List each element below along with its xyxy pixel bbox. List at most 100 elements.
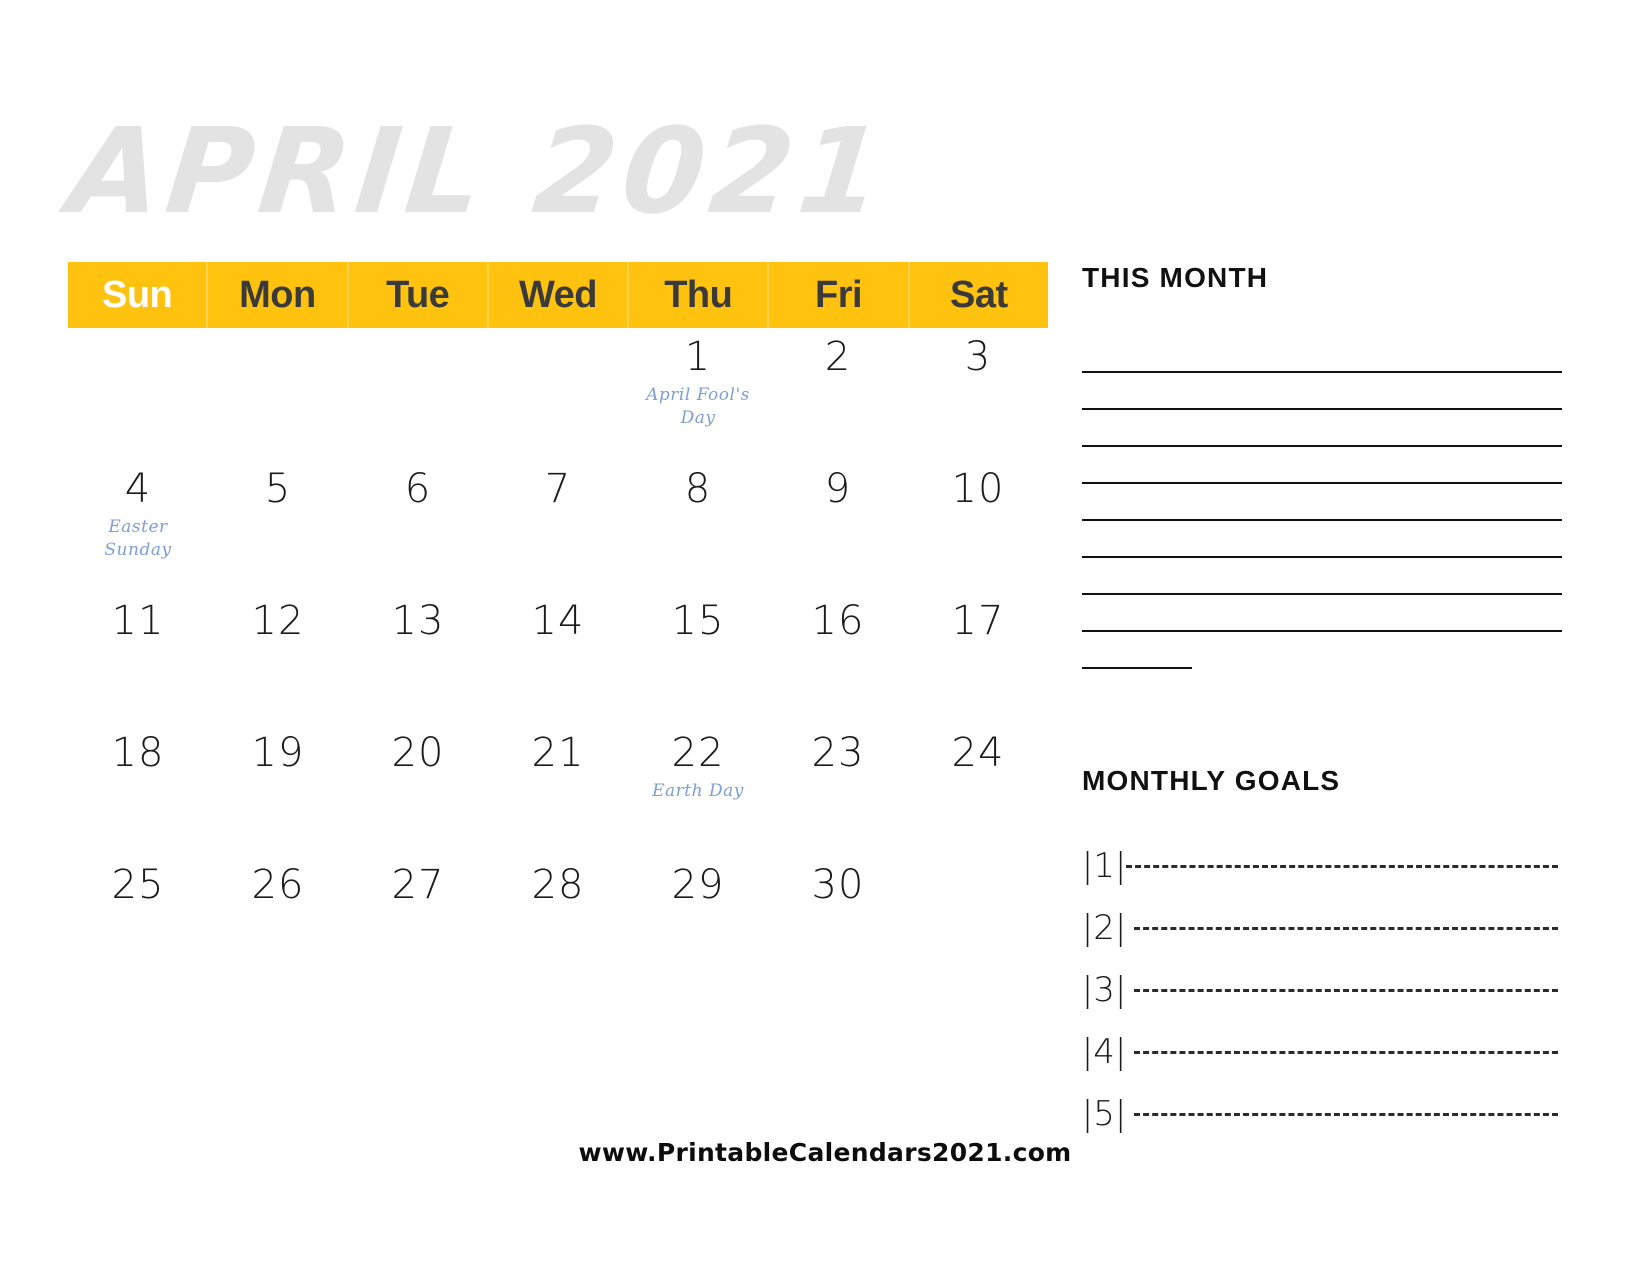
day-cell-8[interactable]: 8 <box>628 460 768 592</box>
weekday-header-mon: Mon <box>208 262 349 328</box>
day-cell-16[interactable]: 16 <box>768 592 908 724</box>
day-number: 25 <box>111 862 165 908</box>
day-number: 24 <box>951 730 1005 776</box>
day-holiday-note: Earth Day <box>652 781 744 801</box>
day-number: 26 <box>251 862 305 908</box>
day-cell-21[interactable]: 21 <box>488 724 628 856</box>
day-number: 17 <box>951 598 1005 644</box>
day-number: 9 <box>824 466 852 512</box>
day-cell-25[interactable]: 25 <box>68 856 208 988</box>
day-cell-19[interactable]: 19 <box>208 724 348 856</box>
weekday-header-sun: Sun <box>68 262 209 328</box>
week-row: 25 26 27 28 29 30 <box>68 856 1048 988</box>
day-number: 28 <box>531 862 585 908</box>
this-month-write-line[interactable] <box>1082 373 1562 410</box>
day-number: 21 <box>531 730 585 776</box>
day-cell-6[interactable]: 6 <box>348 460 488 592</box>
day-number: 3 <box>964 334 992 380</box>
weekday-header-tue: Tue <box>349 262 489 328</box>
this-month-write-line[interactable] <box>1082 484 1562 521</box>
day-holiday-note: Easter Sunday <box>104 517 172 560</box>
goal-write-line[interactable] <box>1134 1050 1558 1054</box>
weeks-container: 1 April Fool's Day 2 3 4 Easter Sunday 5 6 7 8 9 10… <box>68 328 1048 988</box>
calendar-grid: Sun Mon Tue Wed Thu Fri Sat 1 April Fool's Day 2… <box>68 262 1048 988</box>
day-cell-4[interactable]: 4 Easter Sunday <box>68 460 208 592</box>
goal-row-2[interactable]: |2| <box>1082 897 1562 959</box>
goal-write-line[interactable] <box>1126 864 1558 868</box>
day-cell-30[interactable]: 30 <box>768 856 908 988</box>
day-cell-14[interactable]: 14 <box>488 592 628 724</box>
week-row: 1 April Fool's Day 2 3 <box>68 328 1048 460</box>
day-number: 11 <box>111 598 165 644</box>
goal-row-3[interactable]: |3| <box>1082 959 1562 1021</box>
day-cell-23[interactable]: 23 <box>768 724 908 856</box>
day-number: 14 <box>531 598 585 644</box>
day-cell-empty <box>908 856 1048 988</box>
day-cell-15[interactable]: 15 <box>628 592 768 724</box>
this-month-heading: THIS MONTH <box>1082 262 1269 293</box>
day-number: 7 <box>544 466 572 512</box>
this-month-write-line[interactable] <box>1082 521 1562 558</box>
day-cell-empty <box>208 328 348 460</box>
day-cell-11[interactable]: 11 <box>68 592 208 724</box>
day-cell-20[interactable]: 20 <box>348 724 488 856</box>
day-cell-empty <box>68 328 208 460</box>
week-row: 18 19 20 21 22 Earth Day 23 24 <box>68 724 1048 856</box>
day-cell-24[interactable]: 24 <box>908 724 1048 856</box>
day-cell-18[interactable]: 18 <box>68 724 208 856</box>
day-cell-28[interactable]: 28 <box>488 856 628 988</box>
day-cell-22[interactable]: 22 Earth Day <box>628 724 768 856</box>
day-cell-9[interactable]: 9 <box>768 460 908 592</box>
day-cell-2[interactable]: 2 <box>768 328 908 460</box>
day-number: 12 <box>251 598 305 644</box>
weekday-header-row: Sun Mon Tue Wed Thu Fri Sat <box>68 262 1048 328</box>
this-month-write-line[interactable] <box>1082 558 1562 595</box>
day-cell-5[interactable]: 5 <box>208 460 348 592</box>
goal-number-5: |5| <box>1081 1094 1127 1134</box>
day-number: 30 <box>811 862 865 908</box>
goal-write-line[interactable] <box>1134 1112 1558 1116</box>
day-number: 8 <box>684 466 712 512</box>
goal-row-5[interactable]: |5| <box>1082 1083 1562 1145</box>
monthly-goals-heading: MONTHLY GOALS <box>1082 765 1341 796</box>
day-cell-1[interactable]: 1 April Fool's Day <box>628 328 768 460</box>
page-title: APRIL 2021 <box>62 102 895 240</box>
goal-row-4[interactable]: |4| <box>1082 1021 1562 1083</box>
day-cell-29[interactable]: 29 <box>628 856 768 988</box>
this-month-write-line-short[interactable] <box>1082 632 1192 669</box>
this-month-write-line[interactable] <box>1082 410 1562 447</box>
calendar-title-wrap: APRIL 2021 <box>63 96 1070 246</box>
day-number: 10 <box>951 466 1005 512</box>
day-cell-10[interactable]: 10 <box>908 460 1048 592</box>
day-cell-empty <box>488 328 628 460</box>
goal-write-line[interactable] <box>1134 926 1558 930</box>
this-month-write-line[interactable] <box>1082 447 1562 484</box>
day-number: 18 <box>111 730 165 776</box>
goal-row-1[interactable]: |1| <box>1082 835 1562 897</box>
side-panel: THIS MONTH MONTHLY GOALS |1| |2| |3| |4| |5| <box>1082 262 1562 1145</box>
day-cell-27[interactable]: 27 <box>348 856 488 988</box>
day-number: 15 <box>671 598 725 644</box>
monthly-goals-list: |1| |2| |3| |4| |5| <box>1082 835 1562 1145</box>
day-number: 6 <box>404 466 432 512</box>
goal-number-1: |1| <box>1081 846 1127 886</box>
day-number: 19 <box>251 730 305 776</box>
goal-number-4: |4| <box>1081 1032 1127 1072</box>
day-cell-13[interactable]: 13 <box>348 592 488 724</box>
this-month-write-line[interactable] <box>1082 336 1562 373</box>
day-cell-17[interactable]: 17 <box>908 592 1048 724</box>
day-cell-26[interactable]: 26 <box>208 856 348 988</box>
this-month-write-line[interactable] <box>1082 595 1562 632</box>
day-holiday-note: April Fool's Day <box>646 385 750 428</box>
monthly-goals-section: MONTHLY GOALS |1| |2| |3| |4| |5| <box>1082 765 1562 1145</box>
weekday-header-sat: Sat <box>950 273 1008 316</box>
day-number: 22 <box>671 730 725 776</box>
goal-write-line[interactable] <box>1134 988 1558 992</box>
week-row: 4 Easter Sunday 5 6 7 8 9 10 <box>68 460 1048 592</box>
day-cell-3[interactable]: 3 <box>908 328 1048 460</box>
day-cell-7[interactable]: 7 <box>488 460 628 592</box>
day-number: 13 <box>391 598 445 644</box>
day-cell-12[interactable]: 12 <box>208 592 348 724</box>
day-cell-empty <box>348 328 488 460</box>
week-row: 11 12 13 14 15 16 17 <box>68 592 1048 724</box>
